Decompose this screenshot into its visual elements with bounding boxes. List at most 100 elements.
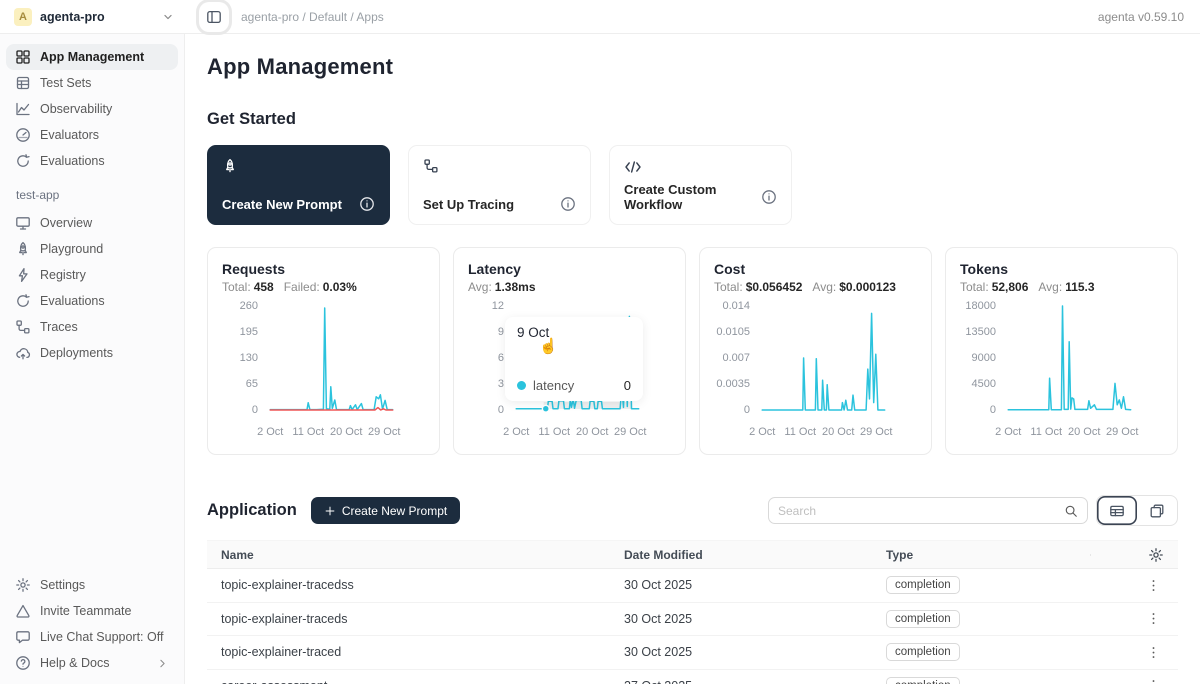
table-row[interactable]: career-assessment27 Oct 2025completion: [207, 670, 1178, 684]
rocket-icon: [222, 158, 375, 174]
workspace-name: agenta-pro: [40, 10, 153, 24]
help-icon: [15, 655, 31, 671]
row-menu-kebab-icon[interactable]: [1142, 574, 1164, 596]
x-axis-tick: 29 Oct: [1106, 426, 1138, 438]
date-modified: 27 Oct 2025: [610, 679, 872, 684]
code-icon: [624, 158, 777, 176]
table-view-button[interactable]: [1097, 496, 1137, 525]
app-type: completion: [872, 576, 1090, 594]
chevron-right-icon: [156, 657, 169, 670]
sidebar-item-traces[interactable]: Traces: [6, 314, 178, 340]
x-axis-tick: 20 Oct: [822, 426, 854, 438]
workspace-selector[interactable]: A agenta-pro: [0, 8, 185, 26]
applications-table: NameDate ModifiedType topic-explainer-tr…: [207, 540, 1178, 684]
sidebar-item-live-chat-support-off[interactable]: Live Chat Support: Off: [6, 624, 178, 650]
sidebar-collapse-button[interactable]: [199, 2, 229, 32]
x-axis-tick: 29 Oct: [614, 426, 646, 438]
breadcrumb[interactable]: agenta-pro / Default / Apps: [241, 10, 384, 24]
table-row[interactable]: topic-explainer-tracedss30 Oct 2025compl…: [207, 569, 1178, 603]
card-view-button[interactable]: [1137, 496, 1177, 525]
x-axis-tick: 29 Oct: [860, 426, 892, 438]
create-new-prompt-button[interactable]: Create New Prompt: [311, 497, 460, 524]
search-icon: [1064, 504, 1078, 518]
info-icon[interactable]: [359, 196, 375, 212]
sidebar-item-label: Deployments: [40, 346, 113, 360]
y-axis-tick: 3: [468, 378, 504, 390]
type-badge: completion: [886, 610, 960, 628]
sidebar-app-nav: OverviewPlayground Registry Evaluations Tra…: [6, 210, 178, 366]
x-axis-tick: 11 Oct: [538, 426, 570, 438]
sidebar-item-deployments[interactable]: Deployments: [6, 340, 178, 366]
chart-card-tokens: TokensTotal:52,806Avg:115.31800013500900…: [945, 247, 1178, 455]
tooltip-series: latency: [533, 378, 574, 393]
plus-icon: [324, 505, 336, 517]
y-axis-tick: 18000: [960, 300, 996, 312]
card-label: Set Up Tracing: [423, 197, 514, 212]
chart-plot: 0.0140.01050.0070.003502 Oct11 Oct20 Oct…: [714, 300, 917, 446]
sidebar-item-label: Live Chat Support: Off: [40, 630, 163, 644]
chat-icon: [15, 629, 31, 645]
column-header-date-modified: Date Modified: [610, 548, 872, 562]
info-icon[interactable]: [560, 196, 576, 212]
chart-stats: Avg:1.38ms: [468, 280, 671, 294]
sidebar-item-invite-teammate[interactable]: Invite Teammate: [6, 598, 178, 624]
sidebar-main-nav: App Management Test Sets Observability Eval…: [6, 44, 178, 174]
app-type: completion: [872, 643, 1090, 661]
y-axis-tick: 13500: [960, 326, 996, 338]
table-row[interactable]: topic-explainer-traceds30 Oct 2025comple…: [207, 603, 1178, 637]
get-started-card-create-new-prompt[interactable]: Create New Prompt: [207, 145, 390, 225]
grid-icon: [15, 49, 31, 65]
tree-icon: [423, 158, 576, 174]
monitor-icon: [15, 215, 31, 231]
observability-icon: [15, 101, 31, 117]
sidebar-item-settings[interactable]: Settings: [6, 572, 178, 598]
sidebar-item-label: Traces: [40, 320, 78, 334]
gauge-icon: [15, 127, 31, 143]
sidebar-item-overview[interactable]: Overview: [6, 210, 178, 236]
y-axis-tick: 0: [222, 404, 258, 416]
sidebar-item-evaluations[interactable]: Evaluations: [6, 148, 178, 174]
sidebar-item-label: Observability: [40, 102, 112, 116]
sidebar-item-label: App Management: [40, 50, 144, 64]
row-menu-kebab-icon[interactable]: [1142, 608, 1164, 630]
get-started-card-set-up-tracing[interactable]: Set Up Tracing: [408, 145, 591, 225]
chart-card-cost: CostTotal:$0.056452Avg:$0.0001230.0140.0…: [699, 247, 932, 455]
get-started-card-create-custom-workflow[interactable]: Create Custom Workflow: [609, 145, 792, 225]
sidebar-item-evaluations[interactable]: Evaluations: [6, 288, 178, 314]
search-input[interactable]: [778, 504, 1064, 518]
chart-card-requests: RequestsTotal:458Failed:0.03%26019513065…: [207, 247, 440, 455]
cloud-up-icon: [15, 345, 31, 361]
y-axis-tick: 0.007: [714, 352, 750, 364]
card-view-icon: [1149, 503, 1165, 519]
gear-icon: [15, 577, 31, 593]
app-name: topic-explainer-tracedss: [207, 578, 610, 592]
row-menu-kebab-icon[interactable]: [1142, 675, 1164, 684]
sidebar-item-registry[interactable]: Registry: [6, 262, 178, 288]
sidebar-item-playground[interactable]: Playground: [6, 236, 178, 262]
sidebar-item-test-sets[interactable]: Test Sets: [6, 70, 178, 96]
type-badge: completion: [886, 677, 960, 684]
y-axis-tick: 0: [714, 404, 750, 416]
x-axis-tick: 20 Oct: [576, 426, 608, 438]
y-axis-tick: 9000: [960, 352, 996, 364]
table-row[interactable]: topic-explainer-traced30 Oct 2025complet…: [207, 636, 1178, 670]
tree-icon: [15, 319, 31, 335]
card-label: Create Custom Workflow: [624, 182, 761, 212]
x-axis-tick: 11 Oct: [292, 426, 324, 438]
table-view-icon: [1109, 503, 1125, 519]
info-icon[interactable]: [761, 189, 777, 205]
row-menu-kebab-icon[interactable]: [1142, 641, 1164, 663]
sidebar-item-label: Settings: [40, 578, 85, 592]
table-settings-gear-icon[interactable]: [1148, 547, 1164, 563]
sidebar-item-app-management[interactable]: App Management: [6, 44, 178, 70]
column-header-type: Type: [872, 548, 1090, 562]
sidebar-item-label: Help & Docs: [40, 656, 109, 670]
sidebar-item-label: Test Sets: [40, 76, 91, 90]
sidebar-item-evaluators[interactable]: Evaluators: [6, 122, 178, 148]
sidebar-item-observability[interactable]: Observability: [6, 96, 178, 122]
y-axis-tick: 6: [468, 352, 504, 364]
sidebar-item-label: Registry: [40, 268, 86, 282]
series-dot-icon: [517, 381, 526, 390]
sidebar-item-help-docs[interactable]: Help & Docs: [6, 650, 178, 676]
tooltip-value: 0: [624, 378, 631, 393]
